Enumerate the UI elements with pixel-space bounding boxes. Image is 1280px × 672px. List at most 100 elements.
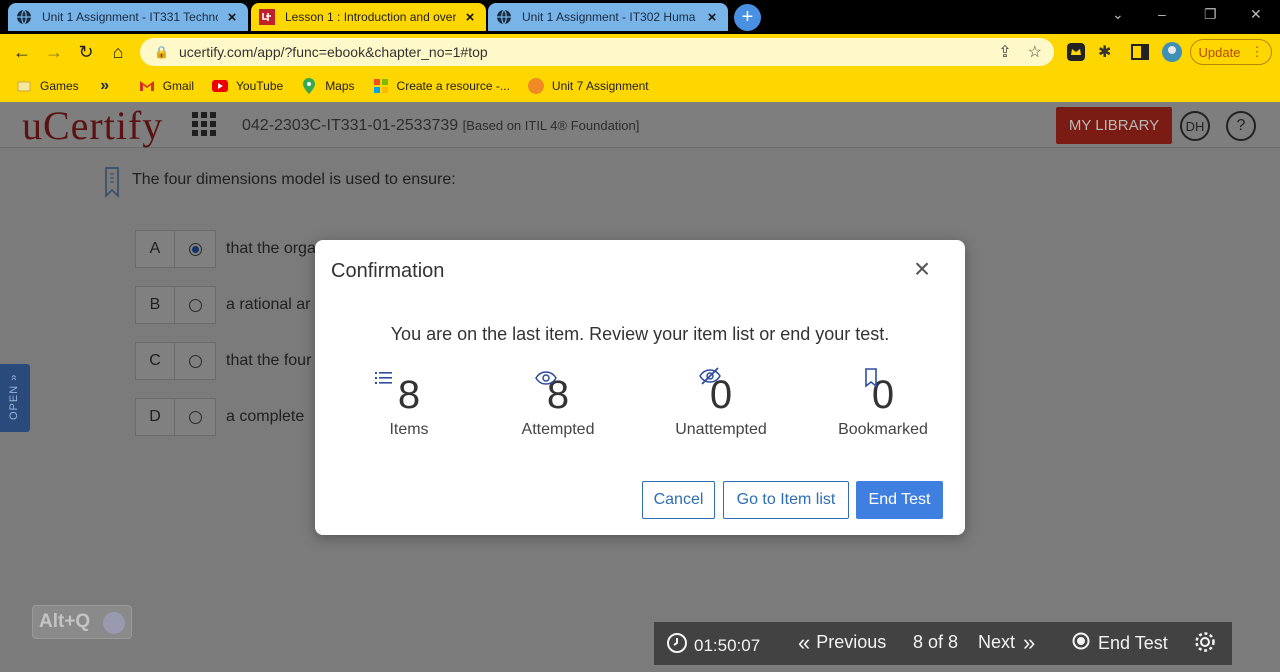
update-button[interactable]: Update ⋮ [1190,39,1272,65]
go-to-item-list-button[interactable]: Go to Item list [723,481,849,519]
bookmark-maps[interactable]: Maps [301,78,355,94]
option-c[interactable]: C that the four [135,342,311,380]
back-icon[interactable]: ← [10,40,34,64]
close-tab-icon[interactable]: × [704,9,720,26]
bookmark-question-icon[interactable] [104,166,120,203]
side-panel-icon[interactable] [1130,42,1150,62]
option-a[interactable]: A that the orga [135,230,316,268]
next-button[interactable]: Next » [978,629,1036,655]
double-chevron-icon: » [100,77,110,94]
stat-label: Attempted [521,421,595,438]
radio-unselected[interactable] [188,354,202,368]
site-icon [527,78,544,94]
stat-bookmarked: 0 Bookmarked [818,368,948,439]
option-d[interactable]: D a complete [135,398,304,436]
option-radio-cell[interactable] [175,286,216,324]
browser-tab-3[interactable]: Unit 1 Assignment - IT302 Huma × [488,3,728,31]
forward-icon[interactable]: → [42,40,66,64]
open-tab-label: OPEN » [8,373,20,420]
option-letter: A [135,230,175,268]
altq-label: Alt+Q [39,611,91,632]
help-button[interactable]: ? [1226,111,1256,141]
radio-unselected[interactable] [188,410,202,424]
bookmark-games[interactable]: Games [16,78,79,94]
course-title: 042-2303C-IT331-01-2533739 [Based on ITI… [242,117,639,135]
bookmark-youtube[interactable]: YouTube [212,78,283,94]
bookmark-label: YouTube [236,79,284,93]
stat-label: Unattempted [675,421,767,438]
lock-icon: 🔒 [154,45,169,59]
option-radio-cell[interactable] [175,342,216,380]
apps-grid-icon[interactable] [192,112,216,136]
tab-search-icon[interactable]: ⌄ [1112,6,1124,23]
stop-record-icon [1072,632,1090,655]
close-tab-icon[interactable]: × [462,9,478,26]
option-b[interactable]: B a rational ar [135,286,311,324]
clock-icon [666,632,688,659]
cancel-button[interactable]: Cancel [642,481,715,519]
stat-label: Items [389,421,429,438]
globe-icon [496,9,512,25]
stat-value: 8 [546,373,570,417]
end-test-bar-button[interactable]: End Test [1072,632,1168,655]
stat-items: 8 Items [344,370,474,439]
tab-title: Unit 1 Assignment - IT331 Techno [42,10,218,24]
option-radio-cell[interactable] [175,398,216,436]
eye-icon [535,371,557,390]
restore-icon[interactable]: ❐ [1204,6,1217,23]
bookmark-label: Unit 7 Assignment [551,79,649,93]
browser-tab-1[interactable]: Unit 1 Assignment - IT331 Techno × [8,3,248,31]
bookmark-unit7[interactable]: Unit 7 Assignment [527,78,649,94]
bookmark-gmail[interactable]: Gmail [139,78,194,94]
altq-assistant-button[interactable]: Alt+Q [32,605,132,639]
extensions-puzzle-icon[interactable]: ✱ [1098,42,1118,62]
radio-selected[interactable] [188,242,202,256]
stat-label: Bookmarked [838,421,928,438]
microsoft-icon [373,78,389,94]
open-side-panel-tab[interactable]: OPEN » [0,364,30,432]
home-icon[interactable]: ⌂ [106,40,130,64]
user-avatar[interactable]: DH [1180,111,1210,141]
double-chevron-right-icon: » [1023,629,1036,655]
option-text: a rational ar [226,296,311,313]
maps-icon [301,78,317,94]
address-bar[interactable]: 🔒 ucertify.com/app/?func=ebook&chapter_n… [140,38,1054,66]
stat-value: 8 [397,373,421,417]
previous-button[interactable]: « Previous [798,631,886,653]
close-window-icon[interactable]: ✕ [1250,6,1262,23]
option-letter: B [135,286,175,324]
close-icon[interactable]: × [910,255,934,283]
reload-icon[interactable]: ↻ [74,40,98,64]
test-navigation-bar: 01:50:07 « Previous 8 of 8 Next » End Te… [654,622,1232,665]
ucertify-logo[interactable]: uCertify [22,102,163,149]
question-text: The four dimensions model is used to ens… [132,171,456,188]
course-note: [Based on ITIL 4® Foundation] [462,118,640,133]
browser-tab-2[interactable]: Lesson 1 : Introduction and overv × [251,3,486,31]
radio-unselected[interactable] [188,298,202,312]
stat-attempted: 8 Attempted [493,370,623,439]
profile-avatar-icon[interactable] [1162,42,1182,62]
stat-value: 0 [871,373,895,417]
timer: 01:50:07 [666,632,760,659]
option-radio-cell[interactable] [175,230,216,268]
extension-crown-icon[interactable] [1066,42,1086,62]
list-icon [375,370,393,391]
settings-gear-icon[interactable] [1194,631,1216,653]
tab-title: Lesson 1 : Introduction and overv [285,10,456,24]
bookmarks-bar: Games » Gmail YouTube Maps Create a reso… [0,70,1280,102]
minimize-icon[interactable]: – [1158,6,1166,22]
close-tab-icon[interactable]: × [224,9,240,26]
share-icon[interactable]: ⇪ [998,42,1011,62]
bookmark-create-resource[interactable]: Create a resource -... [373,78,510,94]
dialog-title: Confirmation [331,260,445,282]
my-library-button[interactable]: MY LIBRARY [1056,107,1172,144]
folder-icon [16,78,32,94]
end-test-button[interactable]: End Test [856,481,943,519]
bookmark-label: Gmail [162,79,195,93]
browser-tab-strip: Unit 1 Assignment - IT331 Techno × Lesso… [0,0,1280,34]
star-icon[interactable]: ☆ [1028,42,1042,62]
new-tab-button[interactable]: + [734,4,761,31]
bookmark-label: Maps [325,79,355,93]
bookmark-more[interactable]: » [97,77,121,94]
option-text: that the orga [226,240,316,257]
